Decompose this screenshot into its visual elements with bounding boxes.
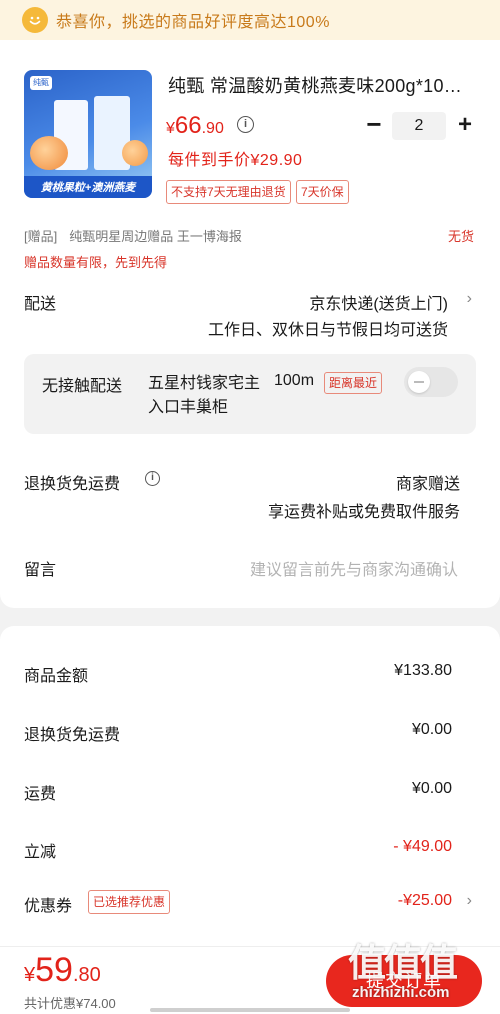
return-shipping-value: 商家赠送 <box>395 476 460 493</box>
delivery-label: 配送 <box>24 296 57 313</box>
summary-label: 立减 <box>24 844 57 861</box>
return-shipping-label: 退换货免运费 <box>24 476 121 493</box>
gift-note: 赠品数量有限，先到先得 <box>24 255 168 270</box>
brand-logo: 纯甄 <box>30 76 52 90</box>
contactless-delivery-box: 无接触配送 五星村钱家宅主入口丰巢柜 100m 距离最近 <box>24 354 476 434</box>
discount-value: - ¥49.00 <box>393 838 452 855</box>
summary-label: 商品金额 <box>24 668 89 685</box>
summary-label: 退换货免运费 <box>24 727 121 744</box>
total-price: ¥ 59 .80 <box>24 951 101 989</box>
return-shipping-sub: 享运费补贴或免费取件服务 <box>267 504 460 521</box>
gift-row: [赠品] 纯甄明星周边赠品 王一博海报 <box>24 229 242 244</box>
image-strip-text: 黄桃果粒+澳洲燕麦 <box>24 176 152 198</box>
nearest-badge: 距离最近 <box>324 372 383 394</box>
banner-text: 恭喜你，挑选的商品好评度高达100% <box>56 14 330 31</box>
delivery-method[interactable]: 京东快递(送货上门) <box>309 290 448 314</box>
contactless-toggle[interactable] <box>404 367 458 397</box>
price-info-icon[interactable]: i <box>237 116 254 133</box>
summary-value: ¥133.80 <box>394 662 452 679</box>
unit-price: 每件到手价¥29.90 <box>168 152 303 169</box>
coupon-value[interactable]: -¥25.00 <box>398 892 452 910</box>
return-info-icon[interactable]: i <box>145 471 160 486</box>
memo-label: 留言 <box>24 562 57 579</box>
gift-name: 纯甄明星周边赠品 王一博海报 <box>69 229 242 244</box>
contactless-label: 无接触配送 <box>42 378 123 395</box>
coupon-tag[interactable]: 已选推荐优惠 <box>88 890 171 914</box>
promo-banner: 恭喜你，挑选的商品好评度高达100% <box>0 0 500 40</box>
delivery-time: 工作日、双休日与节假日均可送货 <box>207 322 448 339</box>
summary-label: 运费 <box>24 786 57 803</box>
home-indicator[interactable] <box>150 1008 350 1012</box>
submit-order-button[interactable]: 提交订单 <box>326 955 482 1007</box>
summary-value: ¥0.00 <box>411 780 452 797</box>
total-saved: 共计优惠¥74.00 <box>24 996 116 1011</box>
quantity-increase-button[interactable]: + <box>454 112 476 138</box>
gift-status: 无货 <box>447 229 474 244</box>
smile-icon <box>22 7 48 33</box>
product-price: ¥ 66 .90 <box>166 112 224 139</box>
price-protect-tag: 7天价保 <box>296 180 349 204</box>
memo-input[interactable]: 建议留言前先与商家沟通确认 <box>250 556 458 580</box>
checkout-bar: ¥ 59 .80 共计优惠¥74.00 提交订单 <box>0 946 500 1014</box>
order-item-card: 纯甄 黄桃果粒+澳洲燕麦 纯甄 常温酸奶黄桃燕麦味200g*10… ¥ 66 .… <box>0 40 500 608</box>
product-image[interactable]: 纯甄 黄桃果粒+澳洲燕麦 <box>24 70 152 198</box>
summary-label: 优惠券 <box>24 898 73 915</box>
pickup-address: 五星村钱家宅主入口丰巢柜 <box>148 375 261 416</box>
summary-value: ¥0.00 <box>411 721 452 738</box>
no-return-tag: 不支持7天无理由退货 <box>166 180 291 204</box>
quantity-input[interactable]: 2 <box>392 112 446 140</box>
chevron-right-icon[interactable]: › <box>467 892 472 910</box>
chevron-right-icon[interactable]: › <box>467 290 472 308</box>
pickup-distance: 100m <box>274 372 315 389</box>
product-title[interactable]: 纯甄 常温酸奶黄桃燕麦味200g*10… <box>168 72 478 98</box>
quantity-decrease-button[interactable]: − <box>364 111 384 137</box>
price-summary-card: 商品金额 ¥133.80 退换货免运费 ¥0.00 运费 ¥0.00 立减 - … <box>0 626 500 946</box>
